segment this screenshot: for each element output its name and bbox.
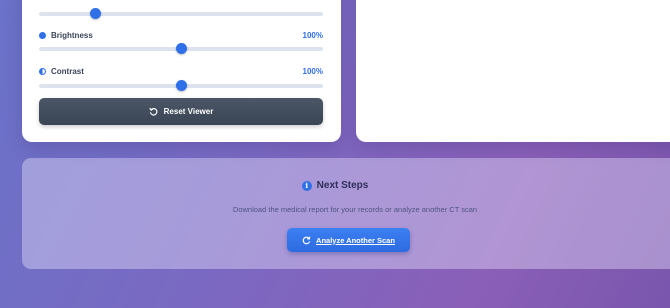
contrast-label-row: Contrast	[39, 67, 84, 76]
brightness-icon	[39, 32, 46, 39]
contrast-label: Contrast	[51, 67, 84, 76]
refresh-icon	[302, 236, 311, 244]
brightness-label: Brightness	[51, 31, 93, 40]
analyze-another-scan-label: Analyze Another Scan	[316, 235, 395, 245]
brightness-value: 100%	[302, 31, 323, 40]
contrast-icon	[39, 68, 46, 75]
analyze-another-scan-button[interactable]: Analyze Another Scan	[287, 228, 410, 252]
next-steps-title: Next Steps	[316, 180, 369, 191]
reset-viewer-button[interactable]: Reset Viewer	[39, 98, 323, 125]
reset-icon	[148, 107, 158, 116]
brightness-slider-thumb[interactable]	[175, 43, 187, 54]
brightness-label-row: Brightness	[39, 31, 93, 40]
next-steps-heading: i Next Steps	[0, 180, 670, 191]
info-icon: i	[301, 180, 312, 191]
next-steps-description: Download the medical report for your rec…	[232, 205, 478, 214]
reset-viewer-label: Reset Viewer	[163, 107, 214, 116]
image-viewer-panel	[356, 0, 670, 142]
contrast-slider-thumb[interactable]	[175, 80, 187, 91]
top-slider-track[interactable]	[39, 12, 323, 16]
contrast-value: 100%	[302, 67, 323, 76]
